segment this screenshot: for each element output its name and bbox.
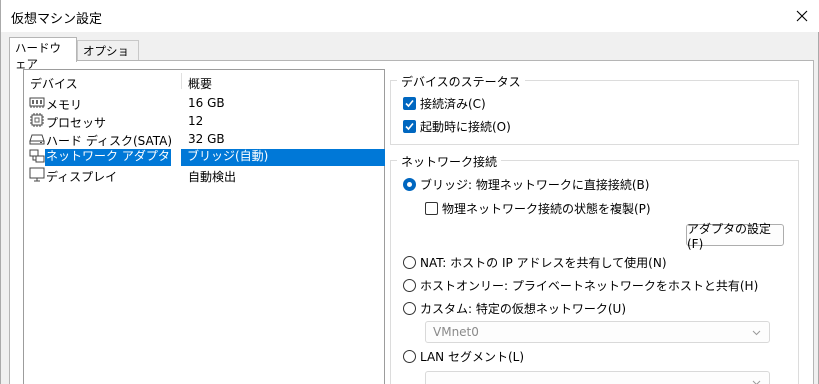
device-status-group: デバイスのステータス 接続済み(C) 起動時に接続(O) (390, 73, 799, 145)
device-list-header: デバイス 概要 (24, 70, 384, 92)
vm-settings-window: 仮想マシン設定 ハードウェア オプション デバイス 概要 メモリ 16 GB プ… (0, 0, 819, 384)
device-summary: 32 GB (188, 132, 225, 146)
window-title: 仮想マシン設定 (11, 12, 103, 27)
checkbox-checked[interactable] (403, 97, 416, 110)
close-button[interactable] (784, 0, 819, 32)
device-row-network-adapter[interactable]: ネットワーク アダプタ ブリッジ(自動) (24, 148, 385, 166)
display-icon (29, 167, 45, 182)
tab-options[interactable]: オプション (77, 40, 139, 74)
connect-at-power-on-checkbox[interactable]: 起動時に接続(O) (403, 118, 511, 135)
radio-unselected[interactable] (403, 279, 416, 292)
device-row-memory[interactable]: メモリ 16 GB (24, 94, 384, 112)
column-divider[interactable] (181, 73, 182, 89)
connected-checkbox[interactable]: 接続済み(C) (403, 95, 486, 112)
device-list: デバイス 概要 メモリ 16 GB プロセッサ 12 ハード ディスク(SATA… (23, 69, 385, 384)
device-row-processor[interactable]: プロセッサ 12 (24, 112, 384, 130)
radio-unselected[interactable] (403, 302, 416, 315)
chevron-down-icon (752, 330, 761, 336)
nat-radio[interactable]: NAT: ホストの IP アドレスを共有して使用(N) (403, 254, 667, 271)
device-summary: ブリッジ(自動) (181, 149, 385, 166)
group-title: デバイスのステータス (397, 73, 525, 90)
select-value: VMnet0 (433, 325, 479, 339)
device-summary: 自動検出 (188, 170, 237, 184)
device-summary: 12 (188, 114, 204, 128)
column-header-summary[interactable]: 概要 (188, 75, 212, 92)
device-row-display[interactable]: ディスプレイ 自動検出 (24, 166, 384, 184)
hard-disk-icon (29, 134, 45, 145)
network-connection-group: ネットワーク接続 ブリッジ: 物理ネットワークに直接接続(B) 物理ネットワーク… (390, 153, 799, 384)
checkbox-label: 起動時に接続(O) (420, 120, 511, 134)
lan-segment-radio[interactable]: LAN セグメント(L) (403, 348, 524, 365)
checkbox-checked[interactable] (403, 120, 416, 133)
column-header-device[interactable]: デバイス (30, 75, 78, 92)
device-name: プロセッサ (46, 116, 107, 130)
check-icon (405, 99, 414, 108)
radio-unselected[interactable] (403, 350, 416, 363)
tab-content: デバイス 概要 メモリ 16 GB プロセッサ 12 ハード ディスク(SATA… (9, 60, 814, 384)
radio-label: カスタム: 特定の仮想ネットワーク(U) (420, 302, 627, 316)
radio-label: ブリッジ: 物理ネットワークに直接接続(B) (420, 178, 650, 192)
checkbox-unchecked[interactable] (425, 202, 438, 215)
device-row-hard-disk[interactable]: ハード ディスク(SATA) 32 GB (24, 130, 384, 148)
chevron-down-icon (752, 380, 761, 384)
vmnet-select[interactable]: VMnet0 (425, 321, 770, 343)
check-icon (405, 122, 414, 131)
device-name: ディスプレイ (46, 170, 118, 184)
lan-segment-select[interactable] (425, 371, 770, 384)
host-only-radio[interactable]: ホストオンリー: プライベートネットワークをホストと共有(H) (403, 277, 758, 294)
custom-radio[interactable]: カスタム: 特定の仮想ネットワーク(U) (403, 300, 626, 317)
adapter-settings-button[interactable]: アダプタの設定(F) (686, 222, 784, 251)
tab-hardware[interactable]: ハードウェア (9, 37, 77, 71)
device-summary: 16 GB (188, 96, 225, 110)
close-icon (796, 10, 808, 22)
device-name: ハード ディスク(SATA) (46, 134, 173, 148)
device-name: ネットワーク アダプタ (45, 149, 171, 166)
checkbox-label: 物理ネットワーク接続の状態を複製(P) (442, 202, 651, 216)
group-title: ネットワーク接続 (397, 153, 502, 170)
device-name: メモリ (46, 98, 83, 112)
checkbox-label: 接続済み(C) (420, 97, 486, 111)
title-bar: 仮想マシン設定 (1, 0, 819, 32)
memory-icon (29, 97, 45, 108)
radio-unselected[interactable] (403, 256, 416, 269)
network-adapter-icon (29, 149, 45, 163)
radio-label: NAT: ホストの IP アドレスを共有して使用(N) (420, 256, 667, 270)
radio-label: ホストオンリー: プライベートネットワークをホストと共有(H) (420, 279, 759, 293)
processor-icon (30, 113, 44, 127)
radio-selected[interactable] (403, 178, 416, 191)
radio-label: LAN セグメント(L) (420, 350, 525, 364)
bridged-radio[interactable]: ブリッジ: 物理ネットワークに直接接続(B) (403, 176, 649, 193)
replicate-state-checkbox[interactable]: 物理ネットワーク接続の状態を複製(P) (425, 200, 651, 217)
